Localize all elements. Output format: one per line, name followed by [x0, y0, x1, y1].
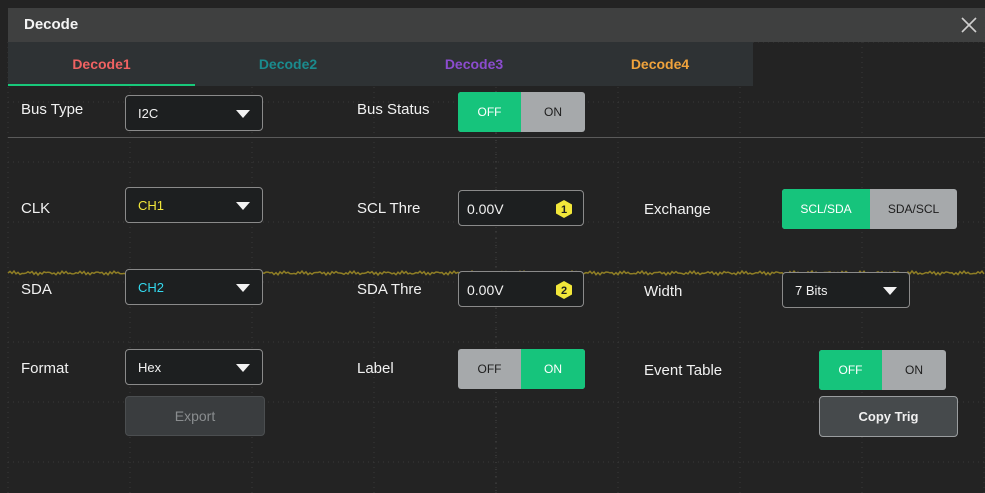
badge-number: 2 [561, 285, 567, 297]
export-button[interactable]: Export [125, 396, 265, 436]
event-table-on-option[interactable]: ON [882, 350, 946, 390]
scl-threshold-value: 0.00V [467, 201, 504, 217]
clk-source-value: CH1 [138, 198, 165, 213]
exchange-toggle[interactable]: SCL/SDA SDA/SCL [782, 189, 957, 229]
event-table-off-option[interactable]: OFF [819, 350, 882, 390]
chevron-down-icon [883, 287, 897, 295]
dialog-title: Decode [24, 16, 79, 33]
label-on-option[interactable]: ON [521, 349, 585, 389]
chevron-down-icon [236, 364, 250, 372]
tab-decode3[interactable]: Decode3 [381, 42, 567, 86]
sda-threshold-value: 0.00V [467, 282, 504, 298]
sda-source-value: CH2 [138, 280, 165, 295]
bus-type-value: I2C [138, 106, 159, 121]
label-option-label: Label [357, 360, 394, 377]
label-toggle[interactable]: OFF ON [458, 349, 585, 389]
bus-type-label: Bus Type [21, 101, 84, 118]
bus-status-label: Bus Status [357, 101, 430, 118]
sda-thre-label: SDA Thre [357, 281, 422, 298]
scl-threshold-input[interactable]: 0.00V 1 [458, 190, 584, 226]
tab-decode1[interactable]: Decode1 [8, 42, 195, 86]
width-label: Width [644, 283, 683, 300]
chevron-down-icon [236, 202, 250, 210]
clk-label: CLK [21, 200, 51, 217]
sda-threshold-input[interactable]: 0.00V 2 [458, 271, 584, 307]
exchange-sda-scl-option[interactable]: SDA/SCL [870, 189, 957, 229]
clk-source-select[interactable]: CH1 [125, 187, 263, 223]
channel-1-badge-icon: 1 [556, 200, 572, 218]
sda-source-select[interactable]: CH2 [125, 269, 263, 305]
bus-status-on-option[interactable]: ON [521, 92, 585, 132]
width-value: 7 Bits [795, 283, 828, 298]
tab-label: Decode3 [444, 56, 504, 72]
decode-dialog: Decode Decode1 Decode2 Decode3 Decode4 B… [0, 0, 985, 493]
sda-label: SDA [21, 281, 52, 298]
chevron-down-icon [236, 284, 250, 292]
close-button[interactable] [951, 8, 985, 42]
bus-type-select[interactable]: I2C [125, 95, 263, 131]
exchange-scl-sda-option[interactable]: SCL/SDA [782, 189, 870, 229]
tab-label: Decode1 [72, 56, 131, 72]
chevron-down-icon [236, 110, 250, 118]
divider [8, 137, 985, 138]
width-select[interactable]: 7 Bits [782, 272, 910, 308]
tab-label: Decode2 [258, 56, 318, 72]
format-select[interactable]: Hex [125, 349, 263, 385]
channel-2-badge-icon: 2 [556, 281, 572, 299]
scl-thre-label: SCL Thre [357, 200, 421, 217]
tab-label: Decode4 [630, 56, 690, 72]
bus-status-off-option[interactable]: OFF [458, 92, 521, 132]
badge-number: 1 [561, 204, 567, 216]
tab-decode4[interactable]: Decode4 [567, 42, 753, 86]
copy-trig-button[interactable]: Copy Trig [819, 396, 958, 437]
close-icon [961, 17, 977, 33]
format-value: Hex [138, 360, 162, 375]
event-table-toggle[interactable]: OFF ON [819, 350, 946, 390]
tab-decode2[interactable]: Decode2 [195, 42, 381, 86]
format-label: Format [21, 360, 69, 377]
bus-status-toggle[interactable]: OFF ON [458, 92, 585, 132]
label-off-option[interactable]: OFF [458, 349, 521, 389]
tab-bar: Decode1 Decode2 Decode3 Decode4 [8, 42, 753, 86]
active-tab-indicator [8, 84, 195, 86]
exchange-label: Exchange [644, 201, 711, 218]
title-bar: Decode [8, 8, 985, 42]
event-table-label: Event Table [644, 362, 723, 379]
